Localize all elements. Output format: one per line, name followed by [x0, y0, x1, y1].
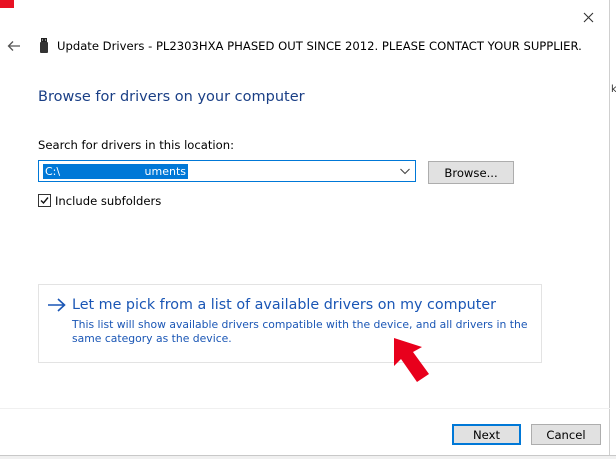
path-value-end: uments: [144, 165, 186, 178]
background-window-bottom: [0, 455, 616, 459]
footer-divider: [0, 408, 610, 409]
usb-device-icon: [40, 38, 48, 53]
chevron-down-icon[interactable]: [399, 166, 411, 176]
close-icon: [583, 12, 593, 22]
search-location-label: Search for drivers in this location:: [38, 138, 234, 152]
next-button[interactable]: Next: [452, 424, 521, 445]
background-window-strip: k: [609, 0, 616, 459]
pick-from-list-option[interactable]: Let me pick from a list of available dri…: [38, 284, 542, 363]
arrow-right-icon: [48, 298, 66, 312]
include-subfolders-checkbox[interactable]: [38, 194, 51, 207]
path-value-start: C:\: [45, 165, 61, 178]
background-text-fragment: k: [611, 84, 616, 95]
pick-option-description: This list will show available drivers co…: [72, 318, 528, 345]
background-window-edge: [0, 0, 14, 8]
back-button[interactable]: [4, 36, 24, 56]
update-drivers-dialog: k Update Drivers - PL2303HXA PHASED OUT …: [0, 0, 616, 459]
close-button[interactable]: [576, 6, 600, 28]
browse-button[interactable]: Browse...: [428, 161, 514, 184]
driver-path-input[interactable]: C:\ uments: [38, 160, 416, 182]
pick-option-title[interactable]: Let me pick from a list of available dri…: [72, 297, 496, 313]
checkmark-icon: [40, 197, 49, 205]
include-subfolders-label[interactable]: Include subfolders: [55, 194, 161, 208]
annotation-arrow-icon: [394, 338, 429, 382]
window-title: Update Drivers - PL2303HXA PHASED OUT SI…: [57, 39, 582, 53]
path-selection: C:\ uments: [43, 164, 188, 179]
cancel-button[interactable]: Cancel: [531, 424, 601, 445]
page-title: Browse for drivers on your computer: [38, 89, 305, 105]
back-arrow-icon: [7, 41, 20, 51]
